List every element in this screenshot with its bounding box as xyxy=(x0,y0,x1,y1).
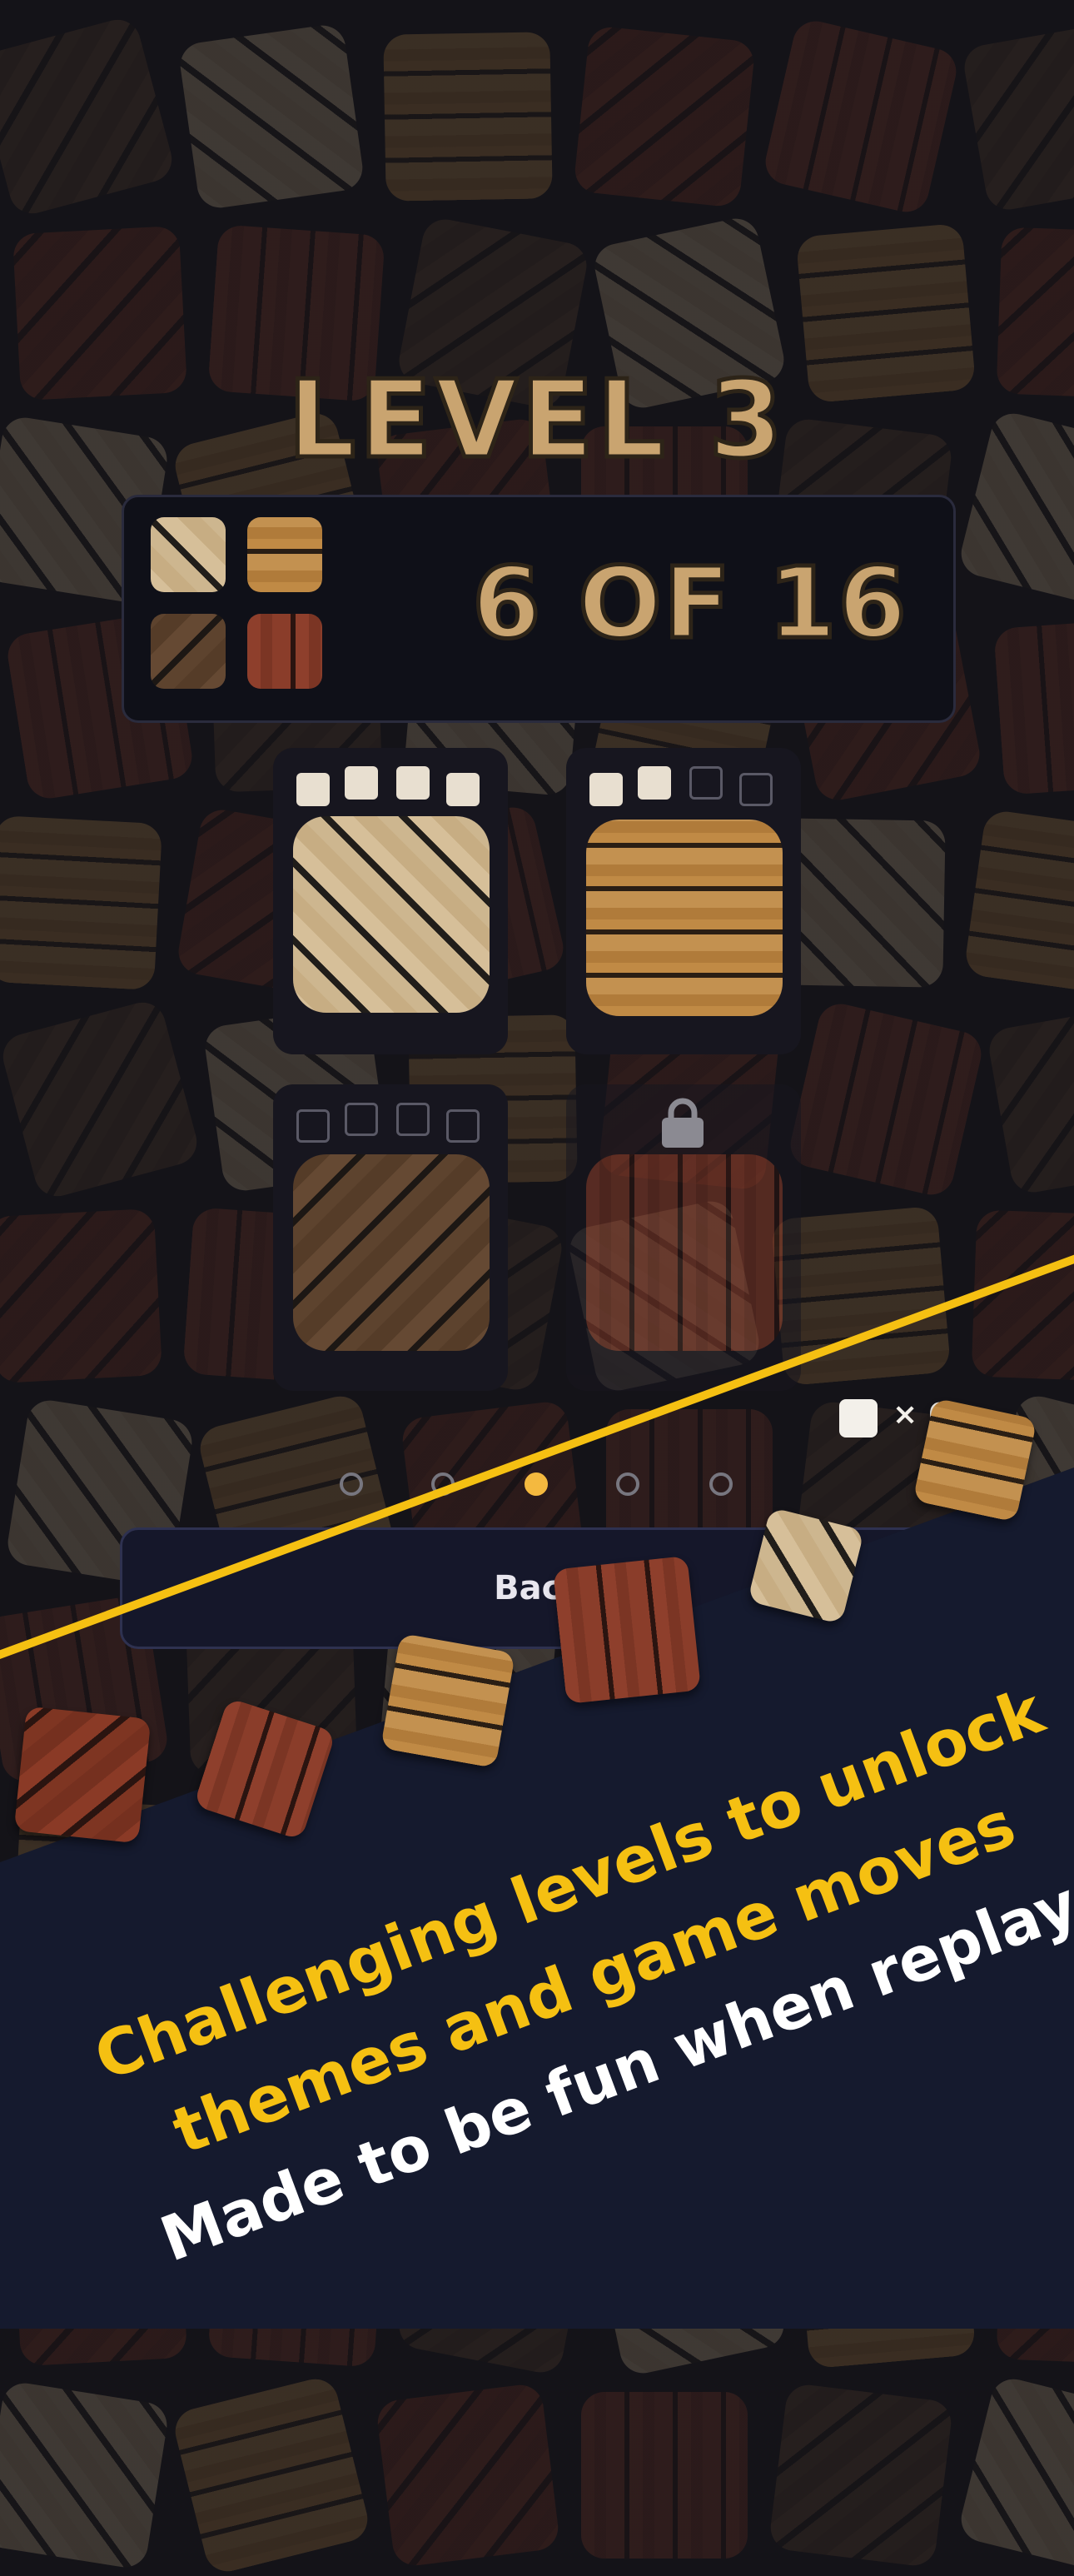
theme-card-light-diagonal[interactable] xyxy=(273,748,508,1054)
level-title: LEVEL 3 xyxy=(286,356,787,485)
background-tile xyxy=(986,1003,1074,1196)
background-tile xyxy=(581,2392,748,2559)
theme-tile-light-diagonal xyxy=(293,816,490,1013)
star-1-icon xyxy=(296,773,330,806)
background-tile xyxy=(786,999,986,1199)
falling-tile-6 xyxy=(912,1398,1037,1522)
background-tile xyxy=(0,1208,163,1384)
page-dot-3-active[interactable] xyxy=(525,1472,548,1496)
progress-panel: 6 OF 16 xyxy=(122,495,956,723)
background-tile xyxy=(170,2374,373,2576)
page-dot-4[interactable] xyxy=(616,1472,639,1496)
star-2-empty-icon xyxy=(345,1103,378,1136)
star-4-icon xyxy=(446,773,480,806)
star-3-icon xyxy=(396,766,430,800)
background-tile xyxy=(961,20,1074,213)
page-dot-5[interactable] xyxy=(709,1472,733,1496)
background-tile xyxy=(573,25,756,208)
background-tile xyxy=(177,22,365,211)
background-tile xyxy=(993,617,1074,795)
star-1-empty-icon xyxy=(296,1109,330,1143)
background-tile xyxy=(0,815,163,991)
background-tile xyxy=(761,17,961,217)
theme-card-horizontal[interactable] xyxy=(566,748,801,1054)
background-tile xyxy=(963,809,1074,997)
background-tile xyxy=(971,1209,1074,1383)
page-dot-1[interactable] xyxy=(340,1472,363,1496)
coin-icon xyxy=(839,1399,878,1437)
star-3-empty-icon xyxy=(396,1103,430,1136)
theme-tile-dark-diagonal xyxy=(293,1154,490,1351)
theme-card-dark-diagonal[interactable] xyxy=(273,1084,508,1391)
theme-tile-red-vertical xyxy=(586,1154,783,1351)
background-tile xyxy=(956,2374,1074,2576)
background-tile xyxy=(768,2382,954,2569)
falling-tile-1 xyxy=(13,1706,152,1844)
background-tile xyxy=(0,2379,171,2571)
star-3-empty-icon xyxy=(689,766,723,800)
background-tile xyxy=(776,818,946,988)
mini-tile-red-vertical xyxy=(247,614,322,689)
levels-progress-count: 6 OF 16 xyxy=(470,544,908,663)
star-4-empty-icon xyxy=(446,1109,480,1143)
star-2-icon xyxy=(345,766,378,800)
mini-tile-horizontal xyxy=(247,517,322,592)
star-1-icon xyxy=(589,773,623,806)
mini-tile-light-diagonal xyxy=(151,517,226,592)
star-4-empty-icon xyxy=(739,773,773,806)
falling-tile-3 xyxy=(380,1632,516,1769)
background-tile xyxy=(375,2382,561,2569)
lock-icon xyxy=(662,1098,704,1148)
background-tile xyxy=(0,14,177,219)
background-tile xyxy=(383,32,553,202)
star-2-icon xyxy=(638,766,671,800)
background-tile xyxy=(0,997,202,1202)
falling-tile-4 xyxy=(552,1555,702,1705)
mini-tile-dark-diagonal xyxy=(151,614,226,689)
theme-tile-horizontal xyxy=(586,820,783,1016)
